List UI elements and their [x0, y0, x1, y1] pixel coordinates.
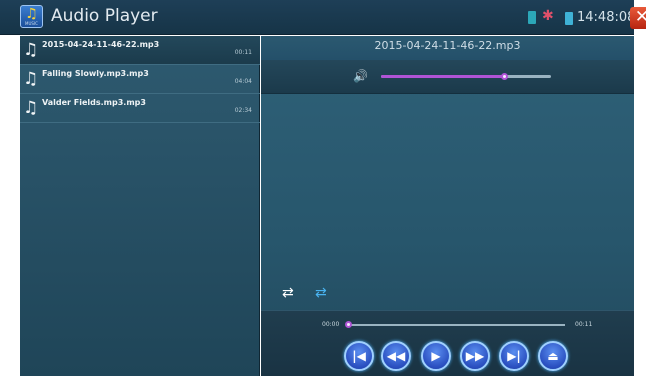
music-app-icon: ♫ MUSIC: [20, 5, 43, 28]
playlist-item-duration: 00:11: [234, 49, 252, 56]
playlist-item-duration: 04:04: [234, 78, 252, 85]
progress-knob[interactable]: [345, 321, 352, 328]
playlist-panel: ♫ 2015-04-24-11-46-22.mp3 00:11 ♫ Fallin…: [20, 36, 260, 376]
volume-bar: 🔊: [261, 60, 634, 94]
current-time: 00:00: [322, 321, 340, 328]
volume-slider[interactable]: [381, 73, 551, 80]
player-panel: 2015-04-24-11-46-22.mp3 🔊 ⇄ ⇄ 00:00 00:1…: [261, 36, 634, 376]
playlist-item[interactable]: ♫ 2015-04-24-11-46-22.mp3 00:11: [20, 36, 260, 65]
now-playing-bar: 2015-04-24-11-46-22.mp3: [261, 36, 634, 60]
volume-fill: [381, 75, 506, 78]
playback-controls: 00:00 00:11 |◀ ◀◀ ▶ ▶▶ ▶| ⏏: [261, 310, 634, 376]
playlist-item-name: 2015-04-24-11-46-22.mp3: [42, 40, 160, 49]
playlist-item-name: Falling Slowly.mp3.mp3: [42, 69, 149, 78]
playlist-item-duration: 02:34: [234, 107, 252, 114]
app-icon-glyph: ♫: [25, 6, 38, 22]
music-note-icon: ♫: [23, 69, 39, 89]
playlist-item[interactable]: ♫ Valder Fields.mp3.mp3 02:34: [20, 94, 260, 123]
fast-forward-button[interactable]: ▶▶: [460, 341, 490, 371]
app-title: Audio Player: [51, 6, 158, 26]
progress-slider[interactable]: [345, 321, 565, 328]
previous-track-button[interactable]: |◀: [344, 341, 374, 371]
close-button[interactable]: ✕: [630, 7, 646, 29]
repeat-all-icon[interactable]: ⇄: [315, 285, 327, 301]
battery-icon: [565, 12, 573, 25]
rewind-button[interactable]: ◀◀: [381, 341, 411, 371]
next-track-button[interactable]: ▶|: [499, 341, 529, 371]
playlist-item-name: Valder Fields.mp3.mp3: [42, 98, 146, 107]
music-note-icon: ♫: [23, 98, 39, 118]
speaker-icon[interactable]: 🔊: [353, 69, 368, 83]
volume-knob[interactable]: [501, 73, 509, 80]
audio-player-screen: ♫ MUSIC Audio Player ✱ 14:48:08 ✕ ♫ 2015…: [0, 0, 646, 376]
status-clock: 14:48:08: [577, 10, 636, 25]
app-icon-caption: MUSIC: [25, 21, 38, 26]
title-bar: ♫ MUSIC Audio Player ✱ 14:48:08 ✕: [0, 0, 646, 35]
now-playing-title: 2015-04-24-11-46-22.mp3: [374, 39, 521, 52]
total-time: 00:11: [575, 321, 593, 328]
repeat-icon[interactable]: ⇄: [282, 285, 294, 301]
sd-card-icon: [528, 11, 536, 24]
playlist-item[interactable]: ♫ Falling Slowly.mp3.mp3 04:04: [20, 65, 260, 94]
play-button[interactable]: ▶: [421, 341, 451, 371]
music-note-icon: ♫: [23, 40, 39, 60]
eject-button[interactable]: ⏏: [538, 341, 568, 371]
usb-icon: ✱: [542, 8, 554, 24]
